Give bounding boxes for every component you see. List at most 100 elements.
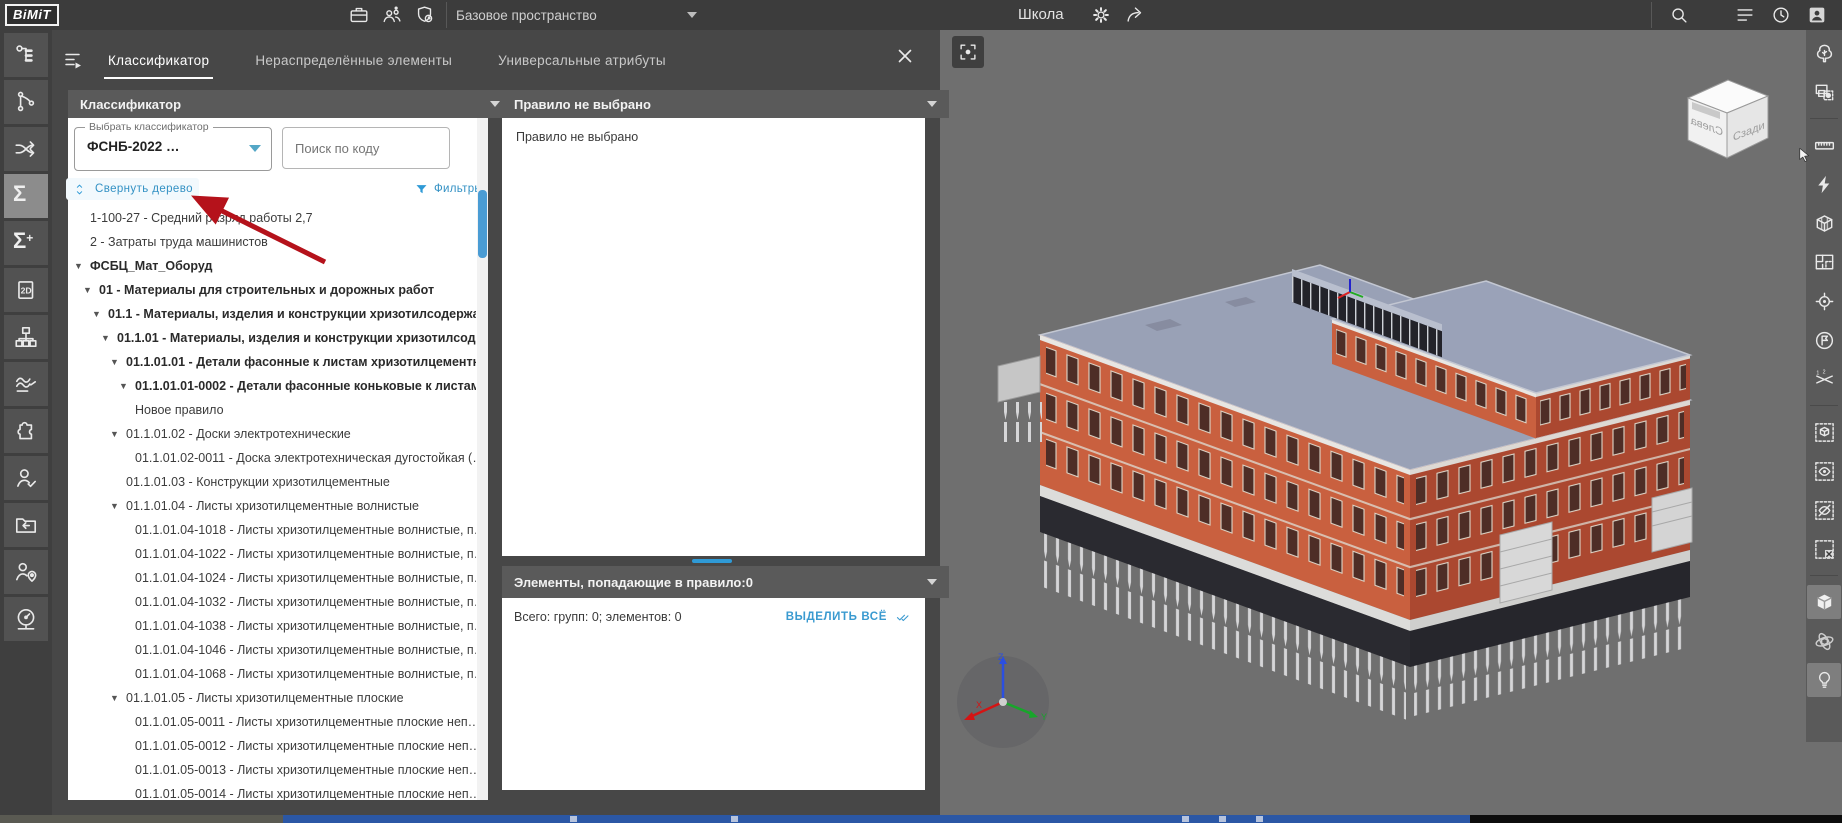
- tab-unallocated[interactable]: Нераспределённые элементы: [255, 53, 452, 68]
- search-icon[interactable]: [1668, 4, 1690, 26]
- panel-splitter-handle[interactable]: [692, 559, 732, 563]
- tool-hide[interactable]: [1807, 493, 1841, 527]
- tool-section-axes[interactable]: 12: [1807, 362, 1841, 396]
- tool-show[interactable]: [1807, 454, 1841, 488]
- taskbar-app-icon[interactable]: [1182, 816, 1189, 822]
- tree-item[interactable]: 01.1.01.02-0011 - Доска электротехническ…: [68, 446, 476, 470]
- tab-classifier[interactable]: Классификатор: [103, 53, 214, 79]
- fit-view-button[interactable]: [952, 36, 984, 68]
- tool-flag[interactable]: [1807, 323, 1841, 357]
- sidebar-item-sum[interactable]: Σ: [4, 174, 48, 218]
- section-axes-icon: 12: [1813, 368, 1836, 391]
- tool-orbit[interactable]: [1807, 624, 1841, 658]
- tree-expand-icon[interactable]: ▼: [92, 309, 108, 319]
- share-icon[interactable]: [1124, 4, 1146, 26]
- tool-locate[interactable]: [1807, 284, 1841, 318]
- tab-attributes[interactable]: Универсальные атрибуты: [498, 53, 666, 68]
- tree-item[interactable]: 01.1.01.04-1018 - Листы хризотилцементны…: [68, 518, 476, 542]
- briefcase-icon[interactable]: [348, 4, 370, 26]
- elements-panel-header[interactable]: Элементы, попадающие в правило:0: [502, 566, 949, 598]
- tree-expand-icon[interactable]: ▼: [83, 285, 99, 295]
- taskbar-app-icon[interactable]: [570, 816, 577, 822]
- tree-expand-icon[interactable]: ▼: [110, 429, 126, 439]
- tree-item[interactable]: ▼ 01.1.01 - Материалы, изделия и конструк…: [68, 326, 476, 350]
- tree-expand-icon[interactable]: ▼: [74, 261, 90, 271]
- sidebar-item-puzzle[interactable]: [4, 409, 48, 453]
- sidebar-item-sum-plus[interactable]: Σ+: [4, 221, 48, 265]
- collapse-tree-label[interactable]: Свернуть дерево: [95, 183, 193, 195]
- tree-item[interactable]: 01.1.01.04-1032 - Листы хризотилцементны…: [68, 590, 476, 614]
- sidebar-item-user-check[interactable]: [4, 456, 48, 500]
- tree-expand-icon[interactable]: ▼: [101, 333, 117, 343]
- tool-isolate[interactable]: [1807, 415, 1841, 449]
- taskbar-app-icon[interactable]: [1256, 816, 1263, 822]
- sidebar-item-user-location[interactable]: [4, 550, 48, 594]
- tree-item[interactable]: Новое правило: [68, 398, 476, 422]
- tree-item[interactable]: ▼ 01.1.01.01 - Детали фасонные к листам х…: [68, 350, 476, 374]
- tool-floorplan[interactable]: [1807, 245, 1841, 279]
- tree-scrollbar-thumb[interactable]: [478, 190, 487, 258]
- filters-label[interactable]: Фильтры: [434, 183, 483, 195]
- sidebar-item-charts[interactable]: [4, 362, 48, 406]
- tree-item[interactable]: ▼ ФСБЦ_Мат_Оборуд: [68, 254, 476, 278]
- collapse-tree-control[interactable]: Свернуть дерево: [66, 178, 199, 200]
- tool-select-elements[interactable]: [1807, 75, 1841, 109]
- tree-item[interactable]: 01.1.01.05-0011 - Листы хризотилцементны…: [68, 710, 476, 734]
- tool-section-box[interactable]: [1807, 206, 1841, 240]
- taskbar-app-icon[interactable]: [1219, 816, 1226, 822]
- menu-arrow-icon[interactable]: [62, 48, 86, 72]
- list-icon[interactable]: [1734, 4, 1756, 26]
- tree-item[interactable]: 1-100-27 - Средний разряд работы 2,7: [68, 206, 476, 230]
- sidebar-item-connections[interactable]: [4, 80, 48, 124]
- tree-item[interactable]: ▼ 01.1.01.02 - Доски электротехнические: [68, 422, 476, 446]
- classifier-select-value: ФСНБ-2022 …: [87, 139, 180, 154]
- navigation-cube[interactable]: Слева Сзади: [1680, 72, 1780, 167]
- tree-item[interactable]: ▼ 01.1.01.04 - Листы хризотилцементные во…: [68, 494, 476, 518]
- tree-item[interactable]: 01.1.01.05-0014 - Листы хризотилцементны…: [68, 782, 476, 800]
- tree-item[interactable]: 01.1.01.04-1024 - Листы хризотилцементны…: [68, 566, 476, 590]
- tool-flash[interactable]: [1807, 167, 1841, 201]
- tree-item[interactable]: ▼ 01.1.01.01-0002 - Детали фасонные коньк…: [68, 374, 476, 398]
- sidebar-item-folder-transfer[interactable]: [4, 503, 48, 547]
- tree-expand-icon[interactable]: ▼: [110, 501, 126, 511]
- sidebar-item-model-tree[interactable]: [4, 33, 48, 77]
- filters-control[interactable]: Фильтры: [414, 179, 483, 199]
- tree-item[interactable]: 01.1.01.04-1046 - Листы хризотилцементны…: [68, 638, 476, 662]
- tree-item[interactable]: 01.1.01.04-1038 - Листы хризотилцементны…: [68, 614, 476, 638]
- axis-gizmo[interactable]: Z X Y: [948, 648, 1058, 758]
- sidebar-item-shuffle[interactable]: [4, 127, 48, 171]
- tool-bulb[interactable]: [1807, 663, 1841, 697]
- os-taskbar[interactable]: [0, 815, 1842, 823]
- tree-item[interactable]: ▼ 01.1.01.05 - Листы хризотилцементные пл…: [68, 686, 476, 710]
- taskbar-app-icon[interactable]: [731, 816, 738, 822]
- classifier-select[interactable]: Выбрать классификатор ФСНБ-2022 …: [74, 121, 272, 171]
- classifier-panel-header[interactable]: Классификатор: [68, 90, 512, 118]
- close-icon[interactable]: [894, 45, 916, 67]
- tree-item[interactable]: 01.1.01.03 - Конструкции хризотилцементн…: [68, 470, 476, 494]
- tree-item[interactable]: 01.1.01.05-0013 - Листы хризотилцементны…: [68, 758, 476, 782]
- tool-clear-hidden[interactable]: [1807, 532, 1841, 566]
- sidebar-item-gauge[interactable]: [4, 597, 48, 641]
- select-all-button[interactable]: ВЫДЕЛИТЬ ВСЁ: [786, 610, 913, 624]
- team-icon[interactable]: [381, 4, 403, 26]
- tree-item[interactable]: ▼ 01 - Материалы для строительных и дорож…: [68, 278, 476, 302]
- sidebar-item-hierarchy[interactable]: [4, 315, 48, 359]
- rule-panel-header[interactable]: Правило не выбрано: [502, 90, 949, 118]
- tree-item[interactable]: 01.1.01.04-1068 - Листы хризотилцементны…: [68, 662, 476, 686]
- gear-icon[interactable]: [1090, 4, 1112, 26]
- tree-item[interactable]: 01.1.01.04-1022 - Листы хризотилцементны…: [68, 542, 476, 566]
- tool-shaded-cube[interactable]: [1807, 585, 1841, 619]
- tree-expand-icon[interactable]: ▼: [110, 693, 126, 703]
- tree-item[interactable]: 2 - Затраты труда машинистов: [68, 230, 476, 254]
- account-icon[interactable]: [1806, 4, 1828, 26]
- tree-item[interactable]: ▼ 01.1 - Материалы, изделия и конструкции…: [68, 302, 476, 326]
- shield-status-icon[interactable]: [414, 4, 436, 26]
- code-search-input[interactable]: [282, 127, 450, 169]
- sidebar-item-2d-drawing[interactable]: 2D: [4, 268, 48, 312]
- tool-nature-tree[interactable]: [1807, 36, 1841, 70]
- time-icon[interactable]: [1770, 4, 1792, 26]
- workspace-selector[interactable]: Базовое пространство: [456, 0, 697, 30]
- tree-expand-icon[interactable]: ▼: [119, 381, 135, 391]
- tree-item[interactable]: 01.1.01.05-0012 - Листы хризотилцементны…: [68, 734, 476, 758]
- tree-expand-icon[interactable]: ▼: [110, 357, 126, 367]
